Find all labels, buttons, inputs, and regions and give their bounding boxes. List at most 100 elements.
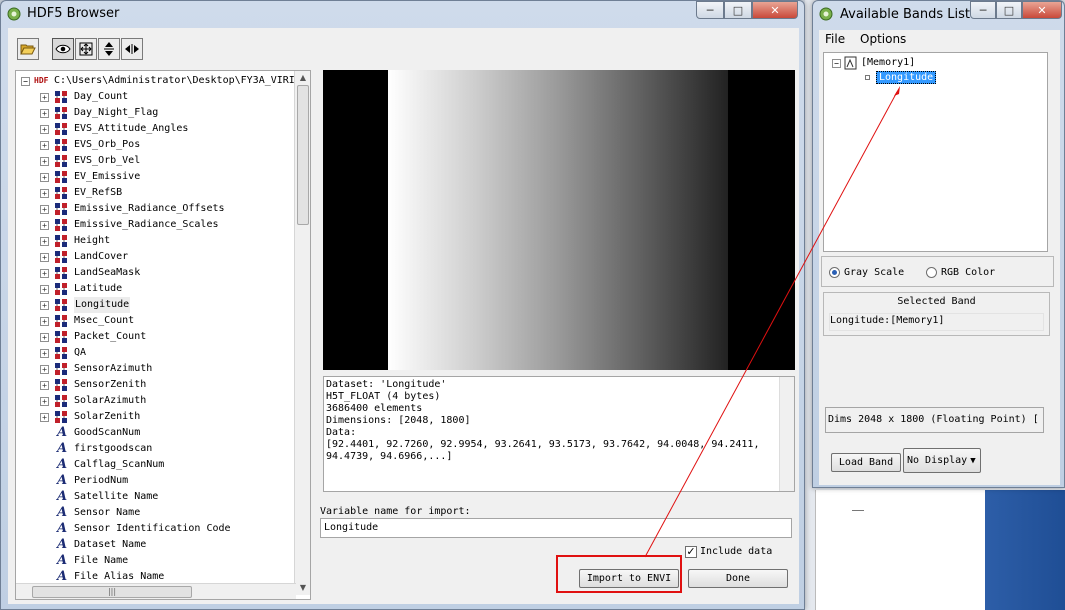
bands-menu-bar: File Options (819, 30, 1060, 48)
minimize-button[interactable]: ─ (696, 1, 724, 19)
tree-dataset-item[interactable]: + Height (16, 233, 292, 249)
close-button[interactable]: ✕ (1022, 1, 1062, 19)
expand-icon[interactable]: + (40, 381, 49, 390)
display-select[interactable]: No Display ▼ (903, 448, 981, 473)
tree-attribute-item[interactable]: A GoodScanNum (16, 425, 292, 441)
expand-icon[interactable]: + (40, 157, 49, 166)
hdf5-tree-view[interactable]: − HDF C:\Users\Administrator\Desktop\FY3… (15, 70, 311, 600)
expand-icon[interactable]: + (40, 269, 49, 278)
tree-dataset-item[interactable]: + Packet_Count (16, 329, 292, 345)
attribute-icon: A (57, 473, 68, 488)
rgb-color-radio[interactable] (926, 267, 937, 278)
tree-dataset-item[interactable]: + SensorAzimuth (16, 361, 292, 377)
tree-dataset-item[interactable]: + Msec_Count (16, 313, 292, 329)
done-button[interactable]: Done (688, 569, 788, 588)
load-band-button[interactable]: Load Band (831, 453, 901, 472)
app-icon (819, 7, 833, 21)
folder-open-icon[interactable] (17, 38, 39, 60)
tree-dataset-item[interactable]: + EVS_Orb_Pos (16, 137, 292, 153)
tree-dataset-item[interactable]: + EVS_Attitude_Angles (16, 121, 292, 137)
variable-name-input[interactable]: Longitude (320, 518, 792, 538)
expand-icon[interactable]: + (40, 189, 49, 198)
highlight-annotation-box (556, 555, 682, 593)
expand-icon[interactable]: + (40, 109, 49, 118)
expand-icon[interactable]: + (40, 141, 49, 150)
dataset-icon (55, 411, 67, 423)
bands-title-bar[interactable]: Available Bands List ─ □ ✕ (813, 1, 1064, 27)
dataset-info-text[interactable]: Dataset: 'Longitude' H5T_FLOAT (4 bytes) 3… (323, 376, 795, 492)
tree-item-label: Day_Night_Flag (74, 107, 159, 118)
tree-dataset-item[interactable]: + Day_Night_Flag (16, 105, 292, 121)
expand-icon[interactable]: + (40, 205, 49, 214)
scroll-up-icon[interactable]: ▲ (295, 71, 310, 85)
tree-dataset-item[interactable]: + Emissive_Radiance_Offsets (16, 201, 292, 217)
maximize-button[interactable]: □ (724, 1, 752, 19)
tree-attribute-item[interactable]: A Satellite Name (16, 489, 292, 505)
tree-dataset-item[interactable]: + Day_Count (16, 89, 292, 105)
expand-icon[interactable]: + (40, 221, 49, 230)
tree-attribute-item[interactable]: A Sensor Identification Code (16, 521, 292, 537)
hscroll-thumb[interactable]: ||| (32, 586, 192, 598)
vertical-arrows-icon[interactable] (98, 38, 120, 60)
expand-icon[interactable]: + (40, 365, 49, 374)
tree-dataset-item[interactable]: + SolarZenith (16, 409, 292, 425)
tree-attribute-item[interactable]: A Sensor Name (16, 505, 292, 521)
window-title: HDF5 Browser (27, 6, 120, 21)
close-button[interactable]: ✕ (752, 1, 798, 19)
minimize-button[interactable]: ─ (970, 1, 996, 19)
scroll-down-icon[interactable]: ▼ (295, 581, 310, 595)
tree-dataset-item[interactable]: + QA (16, 345, 292, 361)
tree-attribute-item[interactable]: A Calflag_ScanNum (16, 457, 292, 473)
tree-dataset-item[interactable]: + Latitude (16, 281, 292, 297)
tree-root-file[interactable]: − HDF C:\Users\Administrator\Desktop\FY3… (18, 73, 294, 89)
tree-dataset-item[interactable]: + SensorZenith (16, 377, 292, 393)
tree-vertical-scrollbar[interactable]: ▲ ▼ (294, 71, 310, 595)
expand-icon[interactable]: + (40, 125, 49, 134)
tree-dataset-item[interactable]: + LandSeaMask (16, 265, 292, 281)
menu-file[interactable]: File (825, 32, 845, 46)
tree-dataset-item[interactable]: + EVS_Orb_Vel (16, 153, 292, 169)
expand-icon[interactable]: + (40, 237, 49, 246)
tree-item-label: SensorZenith (74, 379, 147, 390)
tree-dataset-item[interactable]: + Longitude (16, 297, 292, 313)
expand-icon[interactable]: + (40, 317, 49, 326)
expand-icon[interactable]: + (40, 285, 49, 294)
expand-icon[interactable]: + (40, 93, 49, 102)
tree-horizontal-scrollbar[interactable]: ||| (16, 583, 296, 599)
tree-attribute-item[interactable]: A File Name (16, 553, 292, 569)
tree-attribute-item[interactable]: A Dataset Name (16, 537, 292, 553)
scroll-thumb[interactable] (297, 85, 309, 225)
horizontal-arrows-icon[interactable] (121, 38, 143, 60)
tree-attribute-item[interactable]: Afirstgoodscan (16, 441, 292, 457)
include-data-checkbox[interactable]: ✓ (685, 546, 697, 558)
include-data-label: Include data (700, 546, 773, 557)
tree-attribute-item[interactable]: A PeriodNum (16, 473, 292, 489)
background-document (815, 490, 985, 610)
collapse-icon[interactable]: − (21, 77, 30, 86)
expand-icon[interactable]: + (40, 173, 49, 182)
expand-icon[interactable]: + (40, 301, 49, 310)
tree-dataset-item[interactable]: + SolarAzimuth (16, 393, 292, 409)
expand-icon[interactable]: + (40, 397, 49, 406)
expand-icon[interactable]: + (40, 253, 49, 262)
tree-dataset-item[interactable]: + Emissive_Radiance_Scales (16, 217, 292, 233)
display-select-value: No Display (907, 455, 968, 466)
collapse-icon[interactable]: − (832, 59, 841, 68)
info-scrollbar[interactable] (779, 377, 794, 491)
eye-icon[interactable] (52, 38, 74, 60)
tree-dataset-item[interactable]: + LandCover (16, 249, 292, 265)
tree-dataset-item[interactable]: + EV_Emissive (16, 169, 292, 185)
band-longitude[interactable]: Longitude (876, 71, 937, 84)
bands-client-area: File Options − [Memory1] Longitude Gray … (819, 30, 1060, 485)
menu-options[interactable]: Options (860, 32, 906, 46)
bands-tree-view[interactable]: − [Memory1] Longitude (823, 52, 1048, 252)
maximize-button[interactable]: □ (996, 1, 1022, 19)
expand-icon[interactable]: + (40, 349, 49, 358)
gray-scale-radio[interactable] (829, 267, 840, 278)
fit-view-icon[interactable] (75, 38, 97, 60)
expand-icon[interactable]: + (40, 333, 49, 342)
memory-label[interactable]: [Memory1] (861, 57, 915, 68)
tree-dataset-item[interactable]: + EV_RefSB (16, 185, 292, 201)
expand-icon[interactable]: + (40, 413, 49, 422)
title-bar[interactable]: HDF5 Browser ─ □ ✕ (1, 1, 804, 27)
